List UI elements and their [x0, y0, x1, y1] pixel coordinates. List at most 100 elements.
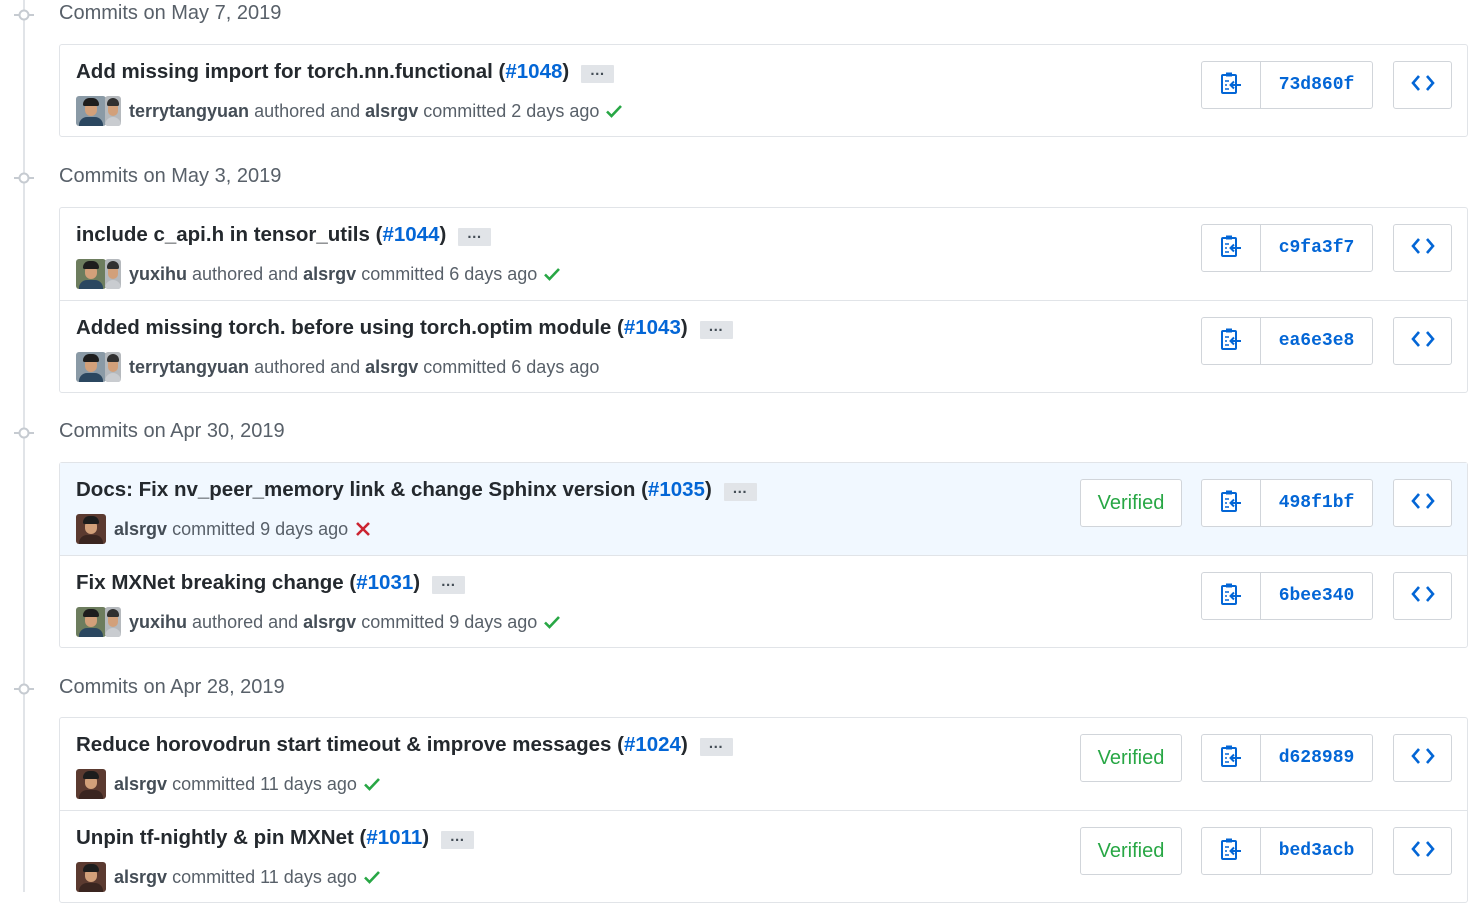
commit-sha-link[interactable]: ea6e3e8 — [1261, 318, 1372, 364]
commit-message[interactable]: Docs: Fix nv_peer_memory link & change S… — [76, 478, 757, 502]
sha-button-group: d628989 — [1201, 734, 1373, 782]
commit-meta: yuxihu authored and alsrgv committed 9 d… — [76, 607, 561, 637]
commit-message[interactable]: include c_api.h in tensor_utils (#1044)… — [76, 223, 492, 247]
committer-link[interactable]: alsrgv — [365, 101, 418, 122]
committer-link[interactable]: alsrgv — [114, 519, 167, 540]
commit-sha-link[interactable]: 498f1bf — [1261, 480, 1372, 526]
avatar-stack[interactable] — [76, 607, 121, 637]
pr-link[interactable]: #1048 — [505, 60, 562, 83]
check-icon[interactable] — [543, 614, 561, 630]
copy-sha-button[interactable] — [1202, 735, 1261, 781]
pr-link[interactable]: #1044 — [382, 223, 439, 246]
commit-sha-link[interactable]: 73d860f — [1261, 62, 1372, 108]
commit-sha-link[interactable]: c9fa3f7 — [1261, 225, 1372, 271]
commit-title[interactable]: Fix MXNet breaking change — [76, 571, 344, 594]
clippy-icon — [1220, 234, 1242, 263]
clippy-icon — [1220, 71, 1242, 100]
committer-link[interactable]: alsrgv — [114, 774, 167, 795]
committer-avatar[interactable] — [76, 769, 106, 799]
copy-sha-button[interactable] — [1202, 573, 1261, 619]
expand-ellipsis-button[interactable]: … — [432, 574, 466, 594]
author-link[interactable]: terrytangyuan — [129, 101, 249, 122]
author-link[interactable]: yuxihu — [129, 612, 187, 633]
avatar-stack[interactable] — [76, 352, 121, 382]
browse-files-button[interactable] — [1393, 224, 1452, 272]
avatar-stack[interactable] — [76, 769, 106, 799]
commit-sha-link[interactable]: 6bee340 — [1261, 573, 1372, 619]
pr-link[interactable]: #1031 — [356, 571, 413, 594]
committer-avatar[interactable] — [105, 607, 121, 637]
commit-title[interactable]: Added missing torch. before using torch.… — [76, 316, 611, 339]
commit-title[interactable]: Add missing import for torch.nn.function… — [76, 60, 493, 83]
committer-link[interactable]: alsrgv — [303, 612, 356, 633]
committer-avatar[interactable] — [105, 352, 121, 382]
check-icon[interactable] — [543, 266, 561, 282]
avatar-stack[interactable] — [76, 862, 106, 892]
commit-message[interactable]: Fix MXNet breaking change (#1031)… — [76, 571, 466, 595]
author-link[interactable]: yuxihu — [129, 264, 187, 285]
commit-sha-link[interactable]: bed3acb — [1261, 828, 1372, 874]
browse-files-button[interactable] — [1393, 827, 1452, 875]
commit-list: Reduce horovodrun start timeout & improv… — [59, 717, 1468, 903]
committer-link[interactable]: alsrgv — [303, 264, 356, 285]
code-icon — [1410, 585, 1435, 608]
commit-row: Unpin tf-nightly & pin MXNet (#1011)… al… — [60, 810, 1467, 902]
browse-files-button[interactable] — [1393, 61, 1452, 109]
pr-link[interactable]: #1011 — [366, 826, 422, 849]
commit-title[interactable]: Reduce horovodrun start timeout & improv… — [76, 733, 611, 756]
committer-link[interactable]: alsrgv — [114, 867, 167, 888]
pr-link[interactable]: #1043 — [624, 316, 681, 339]
verified-badge[interactable]: Verified — [1080, 827, 1182, 875]
pr-link[interactable]: #1035 — [648, 478, 705, 501]
author-link[interactable]: terrytangyuan — [129, 357, 249, 378]
committer-avatar[interactable] — [105, 96, 121, 126]
commit-message[interactable]: Add missing import for torch.nn.function… — [76, 60, 615, 84]
browse-files-button[interactable] — [1393, 572, 1452, 620]
commit-title[interactable]: Unpin tf-nightly & pin MXNet — [76, 826, 354, 849]
sha-button-group: 73d860f — [1201, 61, 1373, 109]
git-commit-icon — [14, 170, 34, 186]
avatar-stack[interactable] — [76, 96, 121, 126]
authored-text: authored and — [254, 356, 361, 377]
expand-ellipsis-button[interactable]: … — [441, 829, 475, 849]
author-avatar[interactable] — [76, 607, 106, 637]
copy-sha-button[interactable] — [1202, 828, 1261, 874]
committed-text: committed — [172, 866, 256, 887]
expand-ellipsis-button[interactable]: … — [458, 226, 492, 246]
copy-sha-button[interactable] — [1202, 62, 1261, 108]
copy-sha-button[interactable] — [1202, 480, 1261, 526]
check-icon[interactable] — [605, 103, 623, 119]
author-avatar[interactable] — [76, 96, 106, 126]
commit-title[interactable]: Docs: Fix nv_peer_memory link & change S… — [76, 478, 635, 501]
browse-files-button[interactable] — [1393, 479, 1452, 527]
copy-sha-button[interactable] — [1202, 225, 1261, 271]
expand-ellipsis-button[interactable]: … — [699, 319, 733, 339]
commit-message[interactable]: Reduce horovodrun start timeout & improv… — [76, 733, 733, 757]
commit-sha-link[interactable]: d628989 — [1261, 735, 1372, 781]
commit-message[interactable]: Added missing torch. before using torch.… — [76, 316, 733, 340]
browse-files-button[interactable] — [1393, 734, 1452, 782]
x-icon[interactable] — [354, 521, 372, 537]
commit-title[interactable]: include c_api.h in tensor_utils — [76, 223, 370, 246]
committer-avatar[interactable] — [76, 862, 106, 892]
pr-link[interactable]: #1024 — [624, 733, 681, 756]
verified-badge[interactable]: Verified — [1080, 734, 1182, 782]
browse-files-button[interactable] — [1393, 317, 1452, 365]
avatar-stack[interactable] — [76, 259, 121, 289]
copy-sha-button[interactable] — [1202, 318, 1261, 364]
verified-badge[interactable]: Verified — [1080, 479, 1182, 527]
commit-message[interactable]: Unpin tf-nightly & pin MXNet (#1011)… — [76, 826, 475, 850]
avatar-stack[interactable] — [76, 514, 106, 544]
author-avatar[interactable] — [76, 259, 106, 289]
expand-ellipsis-button[interactable]: … — [699, 736, 733, 756]
expand-ellipsis-button[interactable]: … — [581, 63, 615, 83]
check-icon[interactable] — [363, 776, 381, 792]
expand-ellipsis-button[interactable]: … — [723, 481, 757, 501]
check-icon[interactable] — [363, 869, 381, 885]
committer-avatar[interactable] — [105, 259, 121, 289]
committer-avatar[interactable] — [76, 514, 106, 544]
commit-row: Add missing import for torch.nn.function… — [60, 45, 1467, 137]
author-avatar[interactable] — [76, 352, 106, 382]
clippy-icon — [1220, 489, 1242, 518]
committer-link[interactable]: alsrgv — [365, 357, 418, 378]
